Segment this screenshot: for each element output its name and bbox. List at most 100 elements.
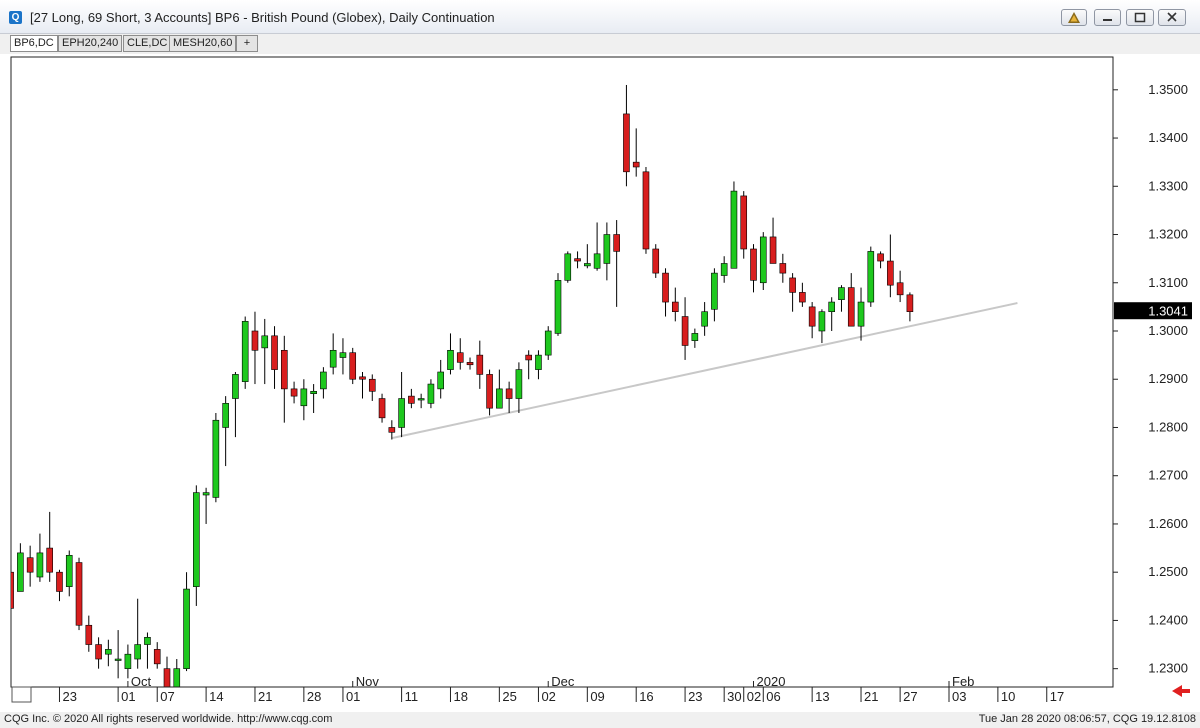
candle-body-down (847, 287, 855, 327)
candle-body-up (261, 335, 269, 349)
candle-body-up (144, 637, 151, 645)
candle-body-up (544, 330, 552, 356)
candle-body-down (378, 398, 386, 419)
candle-body-up (300, 388, 308, 407)
candle-body-down (740, 195, 748, 250)
plot-border (10, 56, 1114, 688)
candle-body-up (105, 649, 112, 655)
x-tick-label: 02 (747, 689, 761, 704)
x-tick-label: 02 (541, 689, 555, 704)
candle-body-down (652, 248, 660, 274)
candle-body-down (613, 234, 620, 252)
maximize-button[interactable] (1126, 9, 1154, 26)
month-label: Oct (131, 674, 152, 689)
y-tick-label: 1.3200 (1148, 227, 1188, 242)
x-tick-label: 01 (346, 689, 360, 704)
minimize-button[interactable] (1094, 9, 1121, 26)
candle-body-down (750, 248, 757, 281)
candle-body-down (153, 649, 161, 665)
candle-body-down (896, 282, 904, 296)
candle-body-down (388, 427, 396, 433)
candle-body-down (466, 362, 474, 366)
x-tick-label: 17 (1050, 689, 1064, 704)
price-grid (10, 56, 1114, 688)
candle-body-down (271, 335, 278, 370)
candle-body-down (681, 316, 689, 346)
price-chart[interactable]: 1.2300 1.2400 1.2500 1.2600 1.2700 1.2800 1.29… (0, 54, 1200, 714)
candle (212, 413, 220, 503)
candle-body-down (359, 376, 366, 380)
candle (730, 181, 738, 269)
scroll-right-arrow-icon[interactable] (1172, 685, 1190, 697)
candle-body-up (222, 403, 229, 428)
candle-body-down (632, 161, 640, 168)
candle-body-down (877, 253, 884, 262)
x-tick-label: 13 (815, 689, 829, 704)
close-icon (1167, 12, 1177, 22)
candle-body-down (887, 260, 894, 286)
candle-body-up (828, 301, 836, 313)
add-tab-button[interactable]: + (236, 35, 258, 52)
x-tick-label: 28 (307, 689, 321, 704)
scroll-left-box (11, 686, 32, 703)
candle-body-up (701, 311, 708, 327)
candle-body-down (56, 571, 63, 592)
candle-body-down (808, 306, 816, 327)
candle-body-up (759, 236, 767, 284)
last-price-label: 1.3041 (1148, 304, 1188, 319)
candle (867, 246, 875, 307)
tab-eph20-240[interactable]: EPH20,240 (58, 35, 123, 52)
candle-body-up (427, 383, 435, 404)
candle-body-up (65, 555, 73, 587)
candle-body-up (515, 369, 523, 399)
candle-body-up (339, 352, 347, 358)
candle-body-down (85, 624, 93, 645)
y-tick-label: 1.2800 (1148, 419, 1188, 434)
symbol-tabs: BP6,DC EPH20,240 CLE,DC MESH20,60 + (0, 34, 1200, 54)
close-button[interactable] (1158, 9, 1186, 26)
candle-body-down (486, 374, 493, 409)
alert-icon[interactable] (1061, 9, 1087, 26)
candle (564, 251, 572, 283)
candle (740, 191, 748, 259)
candle-body-down (671, 301, 679, 313)
candle-body-down (525, 354, 532, 361)
candle (642, 166, 650, 254)
candle-body-down (408, 395, 415, 404)
tab-bp6-dc[interactable]: BP6,DC (10, 35, 58, 52)
candle-body-up (17, 552, 24, 592)
candle-body-up (730, 190, 738, 269)
candle-body-up (593, 253, 601, 269)
y-tick-label: 1.2400 (1148, 612, 1188, 627)
minimize-icon (1103, 19, 1112, 21)
status-bar: CQG Inc. © 2020 All rights reserved worl… (0, 712, 1200, 728)
month-label: Feb (952, 674, 974, 689)
x-tick-label: 03 (952, 689, 966, 704)
y-tick-label: 1.2300 (1148, 661, 1188, 676)
candle-body-up (398, 398, 405, 428)
x-tick-label: 23 (688, 689, 702, 704)
candle-body-down (642, 171, 650, 250)
x-tick-label: 06 (766, 689, 780, 704)
candle-body-up (838, 287, 845, 300)
x-tick-label: 21 (258, 689, 272, 704)
candle-body-down (26, 557, 34, 573)
y-tick-label: 1.2700 (1148, 468, 1188, 483)
candle-body-up (496, 388, 503, 409)
candle-body-up (603, 234, 611, 264)
tab-cle-dc[interactable]: CLE,DC (123, 35, 172, 52)
tab-mesh20-60[interactable]: MESH20,60 (169, 35, 237, 52)
month-label: 2020 (757, 674, 786, 689)
candle-body-down (95, 644, 102, 660)
candle-body-up (447, 349, 454, 370)
candle-body-up (241, 321, 249, 382)
candle-body-up (554, 280, 562, 334)
candle-body-up (564, 253, 572, 281)
candle-body-up (212, 419, 220, 498)
candle-body-down (574, 258, 581, 262)
candle-body-down (349, 352, 357, 380)
x-tick-label: 07 (160, 689, 174, 704)
app-icon: Q (9, 11, 22, 24)
x-tick-label: 14 (209, 689, 223, 704)
x-tick-label: 21 (864, 689, 878, 704)
